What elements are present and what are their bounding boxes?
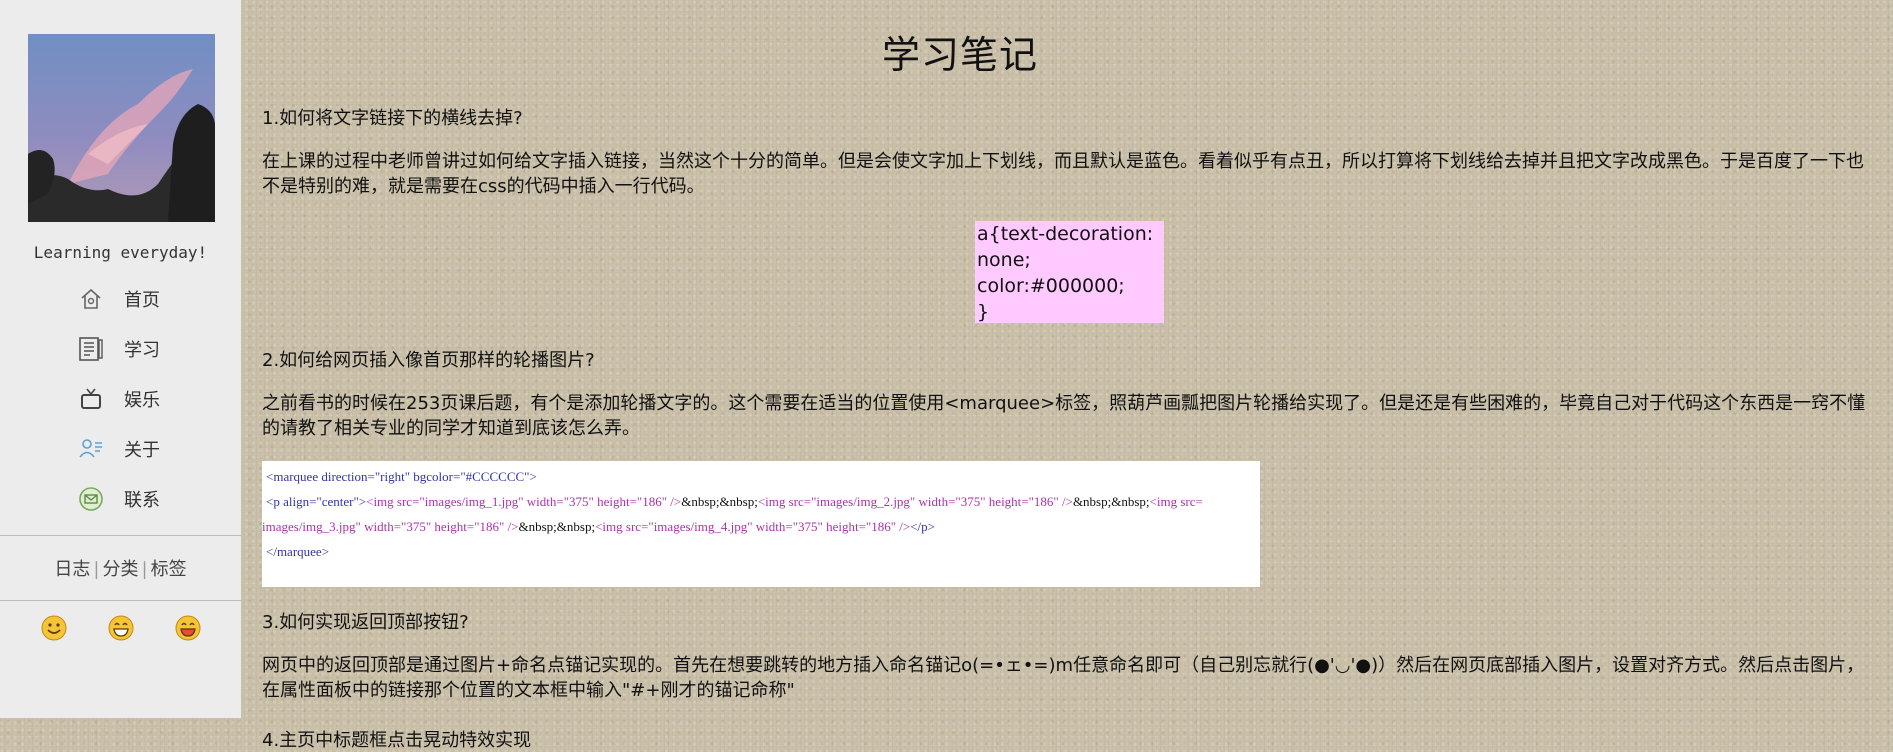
code-line: images/img_3.jpg" width="375" height="18…	[262, 514, 1260, 539]
code-token: <marquee direction="right" bgcolor="#CCC…	[266, 469, 537, 484]
question-1: 1.如何将文字链接下的横线去掉?	[262, 108, 523, 129]
nav-item-entertainment[interactable]: 娱乐	[76, 383, 160, 415]
user-icon	[76, 434, 106, 464]
avatar	[28, 34, 215, 222]
page-title: 学习笔记	[882, 33, 1039, 77]
sidebar: Learning everyday! 首页 学习 娱乐 关于 联系 日志 | 分类 |…	[0, 0, 241, 718]
code-token: <img src=	[1149, 494, 1203, 509]
link-tag[interactable]: 标签	[151, 559, 187, 580]
code-token: &nbsp;&nbsp;	[681, 494, 758, 509]
nav-item-contact[interactable]: 联系	[76, 483, 160, 515]
code-token: <img src="images/img_4.jpg" width="375" …	[595, 519, 911, 534]
paragraph-1: 在上课的过程中老师曾讲过如何给文字插入链接，当然这个十分的简单。但是会使文字加上…	[262, 151, 1864, 197]
code-line: <p align="center"><img src="images/img_1…	[262, 489, 1260, 514]
nav-item-about[interactable]: 关于	[76, 433, 160, 465]
question-4: 4.主页中标题框点击晃动特效实现	[262, 730, 532, 751]
code-token: <img src="images/img_1.jpg" width="375" …	[366, 494, 682, 509]
code-screenshot: <marquee direction="right" bgcolor="#CCC…	[262, 461, 1260, 587]
nav-label-study: 学习	[124, 340, 160, 361]
category-links: 日志 | 分类 | 标签	[0, 555, 241, 581]
question-2: 2.如何给网页插入像首页那样的轮播图片?	[262, 350, 595, 371]
code-token: <img src="images/img_2.jpg" width="375" …	[757, 494, 1073, 509]
tv-icon	[76, 384, 106, 414]
divider	[0, 600, 241, 601]
nav-label-entertainment: 娱乐	[124, 390, 160, 411]
happy-emoji-icon[interactable]	[174, 614, 202, 642]
code-token: <p align="center">	[266, 494, 367, 509]
separator: |	[93, 559, 100, 580]
code-token: </p>	[910, 519, 935, 534]
nav-label-about: 关于	[124, 440, 160, 461]
code-snippet-box: a{text-decoration: none; color:#000000; …	[975, 221, 1164, 323]
code-line: </marquee>	[262, 539, 1260, 564]
nav-label-contact: 联系	[124, 490, 160, 511]
code-token: images/img_3.jpg" width="375" height="18…	[262, 519, 519, 534]
nav-label-home: 首页	[124, 290, 160, 311]
code-line: <marquee direction="right" bgcolor="#CCC…	[262, 464, 1260, 489]
code-line: color:#000000;	[977, 275, 1125, 297]
contact-icon	[76, 484, 106, 514]
home-icon	[76, 284, 106, 314]
paragraph-3: 网页中的返回顶部是通过图片+命名点锚记实现的。首先在想要跳转的地方插入命名锚记o…	[262, 655, 1865, 701]
smile-emoji-icon[interactable]	[40, 614, 68, 642]
separator: |	[141, 559, 148, 580]
code-token: </marquee>	[266, 544, 330, 559]
code-line: a{text-decoration:	[977, 223, 1154, 245]
motto-text: Learning everyday!	[33, 243, 208, 262]
grin-emoji-icon[interactable]	[107, 614, 135, 642]
code-token: &nbsp;&nbsp;	[1072, 494, 1150, 509]
link-category[interactable]: 分类	[103, 559, 139, 580]
code-line: }	[977, 301, 990, 323]
code-line: none;	[977, 249, 1031, 271]
code-token: &nbsp;&nbsp;	[518, 519, 596, 534]
nav-item-home[interactable]: 首页	[76, 283, 160, 315]
question-3: 3.如何实现返回顶部按钮?	[262, 612, 469, 633]
nav-item-study[interactable]: 学习	[76, 333, 160, 365]
paragraph-2: 之前看书的时候在253页课后题，有个是添加轮播文字的。这个需要在适当的位置使用<…	[262, 393, 1866, 439]
link-log[interactable]: 日志	[54, 559, 90, 580]
divider	[0, 535, 241, 536]
notebook-icon	[76, 334, 106, 364]
